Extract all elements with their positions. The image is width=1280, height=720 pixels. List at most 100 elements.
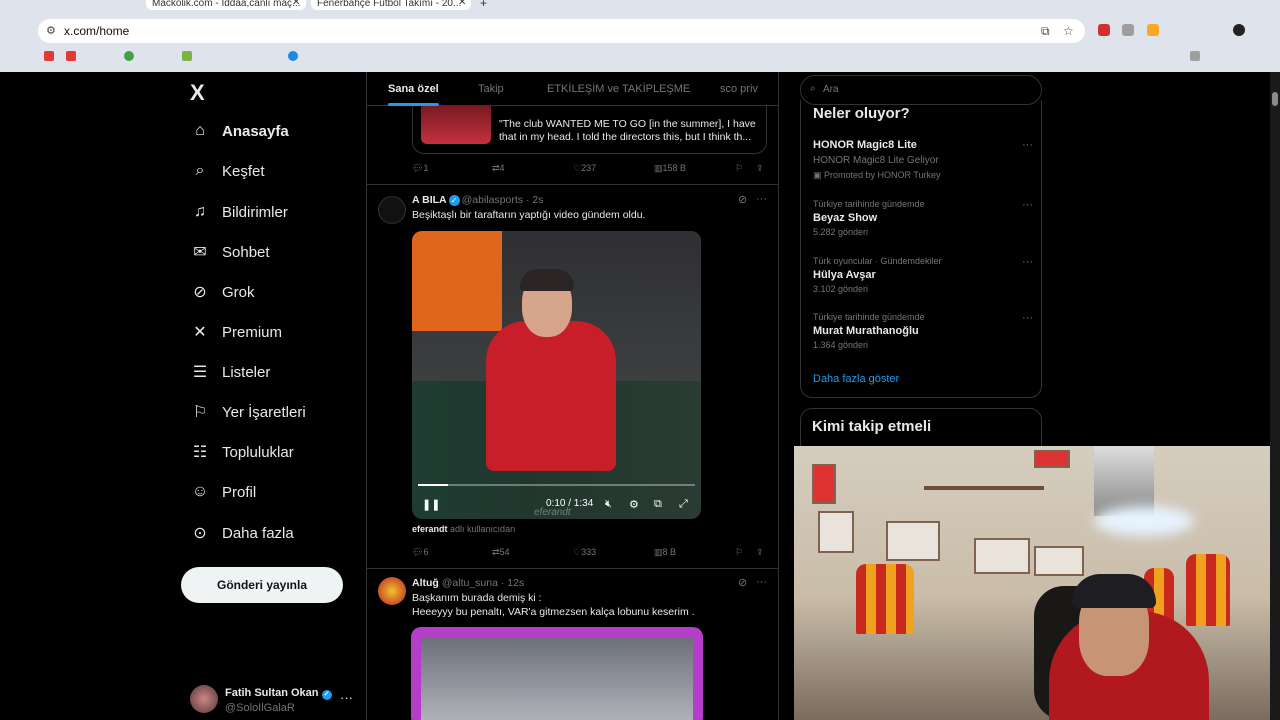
video-player[interactable]: eferandt ❚❚ 0:10 / 1:34 🔇︎ ⚙ ⧉ ⤢ bbox=[412, 231, 701, 519]
views-button[interactable]: ▥ 8 B bbox=[654, 547, 676, 558]
avatar[interactable] bbox=[378, 577, 406, 605]
trend-item[interactable]: HONOR Magic8 Lite HONOR Magic8 Lite Geli… bbox=[813, 139, 1033, 181]
bookmark-maps-icon[interactable] bbox=[124, 51, 134, 61]
nav-more[interactable]: ⊙ Daha fazla bbox=[190, 519, 293, 547]
fullscreen-icon[interactable]: ⤢ bbox=[679, 498, 688, 511]
nav-notifications[interactable]: ♫ Bildirimler bbox=[190, 198, 288, 226]
more-options-icon[interactable]: ··· bbox=[756, 193, 767, 205]
video-time: 0:10 / 1:34 bbox=[546, 498, 594, 509]
browser-tab-mackolik[interactable]: Mackolik.com - İddaa,canlı maç... bbox=[146, 0, 306, 10]
trend-item[interactable]: Türkiye tarihinde gündemde Beyaz Show 5.… bbox=[813, 199, 1033, 237]
pause-icon[interactable]: ❚❚ bbox=[422, 498, 440, 511]
bookmark-youtube-icon[interactable] bbox=[44, 51, 54, 61]
video-progress-bar[interactable] bbox=[418, 484, 695, 486]
bookmark-folder-icon[interactable] bbox=[1190, 51, 1200, 61]
browser-tab-fenerbahce[interactable]: Fenerbahçe Futbol Takımı - 20... bbox=[311, 0, 471, 10]
more-options-icon[interactable]: ··· bbox=[1022, 312, 1033, 324]
x-logo[interactable]: X bbox=[190, 80, 205, 106]
more-options-icon[interactable]: ··· bbox=[1022, 256, 1033, 268]
install-app-icon[interactable]: ⧉ bbox=[1041, 24, 1050, 39]
nav-grok[interactable]: ⊘ Grok bbox=[190, 278, 254, 306]
grok-explain-icon[interactable]: ⊘ bbox=[738, 193, 747, 206]
show-more-link[interactable]: Daha fazla göster bbox=[813, 373, 899, 385]
close-tab-icon[interactable]: ✕ bbox=[292, 0, 300, 8]
bookmark-youtube-icon[interactable] bbox=[66, 51, 76, 61]
trend-item[interactable]: Türk oyuncular · Gündemdekiler Hülya Avş… bbox=[813, 256, 1033, 294]
jersey bbox=[856, 564, 914, 634]
tab-following[interactable]: Takip bbox=[478, 83, 504, 95]
mail-icon: ✉ bbox=[193, 244, 207, 261]
trend-item[interactable]: Türkiye tarihinde gündemde Murat Muratha… bbox=[813, 312, 1033, 350]
avatar[interactable] bbox=[378, 196, 406, 224]
extension-icon[interactable] bbox=[1147, 24, 1159, 36]
repost-button[interactable]: ⇄ 54 bbox=[492, 547, 510, 558]
reply-button[interactable]: 💬︎ 6 bbox=[412, 547, 428, 558]
close-tab-icon[interactable]: ✕ bbox=[458, 0, 466, 8]
bookmark-icon[interactable] bbox=[288, 51, 298, 61]
share-icon[interactable]: ⇪ bbox=[756, 163, 764, 174]
post-author[interactable]: A BILA bbox=[412, 194, 447, 206]
views-button[interactable]: ▥ 158 B bbox=[654, 163, 686, 174]
settings-icon[interactable]: ⚙ bbox=[629, 498, 639, 511]
wall-frame bbox=[974, 538, 1030, 574]
nav-lists[interactable]: ☰ Listeler bbox=[190, 358, 271, 386]
tab-etkilesim[interactable]: ETKİLEŞİM ve TAKİPLEŞME bbox=[547, 83, 690, 95]
site-info-icon[interactable]: ⚙ bbox=[46, 24, 56, 37]
post-time[interactable]: 12s bbox=[507, 577, 524, 589]
more-options-icon[interactable]: ··· bbox=[756, 576, 767, 588]
tab-title: Fenerbahçe Futbol Takımı - 20... bbox=[317, 0, 462, 9]
quoted-post[interactable]: "The club WANTED ME TO GO [in the summer… bbox=[412, 106, 767, 154]
wall-shelf bbox=[924, 486, 1044, 490]
repost-button[interactable]: ⇄ 4 bbox=[492, 163, 505, 174]
post-author[interactable]: Altuğ bbox=[412, 577, 439, 589]
nav-communities[interactable]: ☷ Topluluklar bbox=[190, 438, 294, 466]
bookmark-icon[interactable] bbox=[182, 51, 192, 61]
wall-flag bbox=[1034, 450, 1070, 468]
nav-profile[interactable]: ☺ Profil bbox=[190, 478, 256, 506]
timeline: Sana özel Takip ETKİLEŞİM ve TAKİPLEŞME … bbox=[366, 72, 779, 720]
reply-count: 6 bbox=[423, 547, 429, 557]
more-options-icon[interactable]: ··· bbox=[1022, 139, 1033, 151]
share-icon[interactable]: ⇪ bbox=[756, 547, 764, 558]
tab-sco-priv[interactable]: sco priv bbox=[720, 83, 758, 95]
profile-avatar-icon[interactable] bbox=[1233, 24, 1245, 36]
scrollbar-thumb[interactable] bbox=[1272, 92, 1278, 106]
nav-home[interactable]: ⌂ Anasayfa bbox=[190, 117, 289, 145]
post-handle[interactable]: @abilasports bbox=[462, 194, 523, 206]
more-options-icon[interactable]: ··· bbox=[1022, 199, 1033, 211]
post-handle[interactable]: @altu_suna bbox=[442, 577, 498, 589]
post-button[interactable]: Gönderi yayınla bbox=[181, 567, 343, 603]
nav-explore[interactable]: ⌕ Keşfet bbox=[190, 157, 265, 185]
mute-icon[interactable]: 🔇︎ bbox=[605, 498, 612, 511]
nav-chat[interactable]: ✉ Sohbet bbox=[190, 238, 269, 266]
reply-button[interactable]: 💬︎ 1 bbox=[412, 163, 428, 174]
address-bar[interactable]: ⚙ x.com/home bbox=[38, 19, 1085, 43]
grok-explain-icon[interactable]: ⊘ bbox=[738, 576, 747, 589]
account-switcher[interactable]: Fatih Sultan Okan ✓ @SoloIlGalaR ··· bbox=[188, 680, 358, 716]
picture-in-picture-icon[interactable]: ⧉ bbox=[654, 498, 662, 511]
webcam-overlay bbox=[794, 446, 1280, 720]
new-tab-button[interactable]: + bbox=[480, 0, 487, 10]
like-button[interactable]: ♡ 237 bbox=[573, 163, 596, 174]
tab-for-you[interactable]: Sana özel bbox=[388, 83, 439, 106]
attribution-user[interactable]: eferandt bbox=[412, 524, 448, 534]
extension-icon[interactable] bbox=[1098, 24, 1110, 36]
nav-premium[interactable]: ✕ Premium bbox=[190, 318, 282, 346]
views-count: 158 B bbox=[662, 163, 687, 173]
like-button[interactable]: ♡ 333 bbox=[573, 547, 596, 558]
nav-bookmarks[interactable]: ⚐ Yer İşaretleri bbox=[190, 398, 306, 426]
timeline-tabs: Sana özel Takip ETKİLEŞİM ve TAKİPLEŞME … bbox=[367, 72, 778, 106]
post-image[interactable] bbox=[411, 627, 703, 720]
page-scrollbar[interactable] bbox=[1270, 72, 1280, 720]
browser-chrome: Mackolik.com - İddaa,canlı maç... ✕ Fene… bbox=[0, 0, 1280, 72]
bookmark-star-icon[interactable]: ☆ bbox=[1063, 24, 1074, 38]
post-time[interactable]: 2s bbox=[532, 194, 543, 206]
bookmark-icon[interactable]: ⚐ bbox=[735, 547, 743, 558]
more-options-icon[interactable]: ··· bbox=[340, 690, 353, 705]
bookmark-icon[interactable]: ⚐ bbox=[735, 163, 743, 174]
trend-name: HONOR Magic8 Lite Geliyor bbox=[813, 155, 939, 166]
extension-icon[interactable] bbox=[1122, 24, 1134, 36]
views-count: 8 B bbox=[662, 547, 677, 557]
profile-icon: ☺ bbox=[191, 483, 209, 500]
trend-context: HONOR Magic8 Lite bbox=[813, 139, 917, 151]
